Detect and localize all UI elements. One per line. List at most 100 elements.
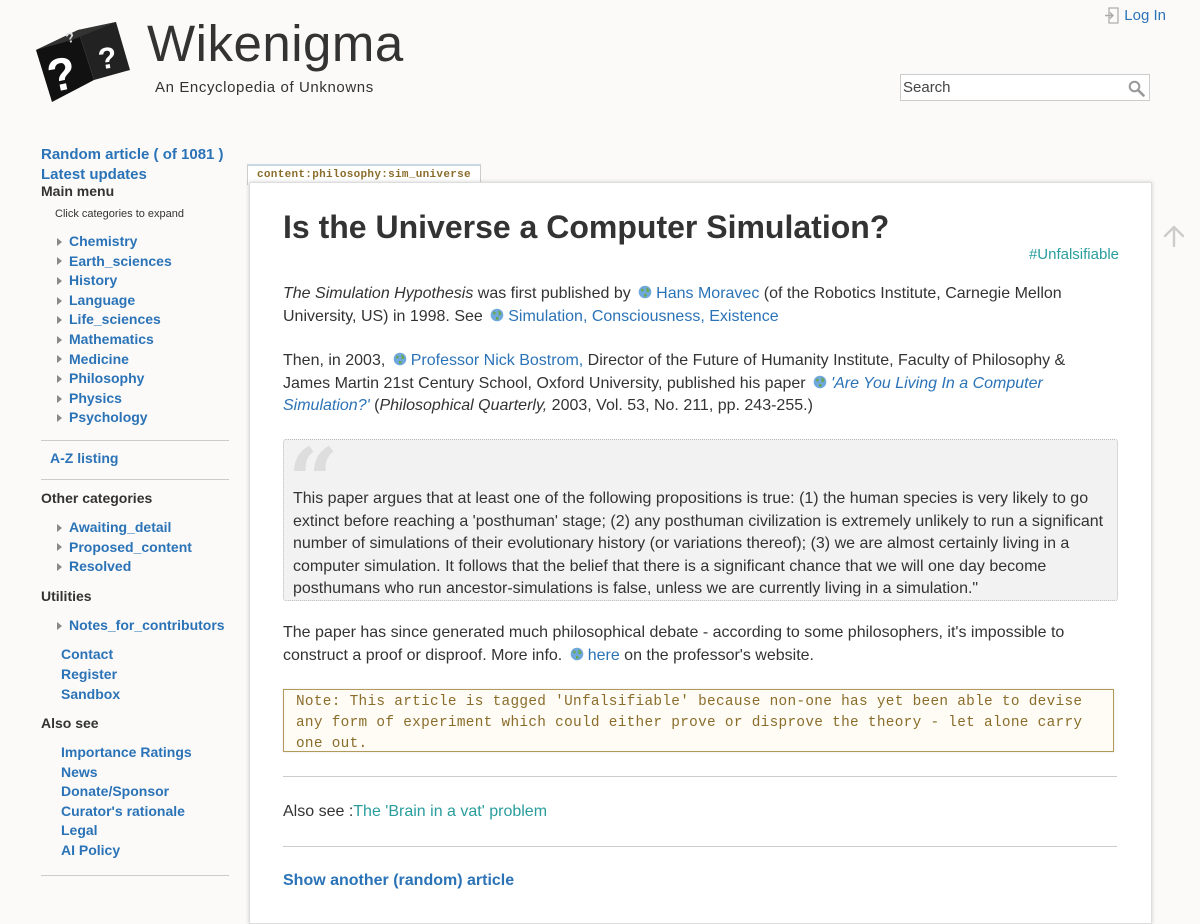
category-link[interactable]: Awaiting_detail	[69, 518, 171, 538]
category-link[interactable]: Language	[69, 291, 135, 311]
arrow-up-icon[interactable]	[1162, 224, 1186, 248]
italic-lead: The Simulation Hypothesis	[283, 285, 474, 302]
utilities-list: Contact Register Sandbox	[41, 645, 229, 704]
note-box: Note: This article is tagged 'Unfalsifia…	[283, 689, 1114, 752]
site-title[interactable]: Wikenigma	[147, 14, 404, 73]
category-item[interactable]: Notes_for_contributors	[57, 616, 229, 636]
category-item[interactable]: History	[57, 271, 229, 291]
text-run: was first published by	[473, 285, 636, 302]
external-link[interactable]: here	[588, 647, 620, 664]
also-see-item[interactable]: News	[61, 763, 229, 783]
globe-icon	[638, 285, 652, 299]
category-link[interactable]: Philosophy	[69, 369, 144, 389]
category-item[interactable]: Chemistry	[57, 232, 229, 252]
also-see-link[interactable]: Importance Ratings	[61, 744, 192, 760]
expand-triangle-icon	[57, 296, 62, 305]
utility-item[interactable]: Sandbox	[61, 685, 229, 705]
blockquote: “ This paper argues that at least one of…	[283, 436, 1118, 601]
also-see-item[interactable]: Donate/Sponsor	[61, 782, 229, 802]
category-list: Chemistry Earth_sciences History Languag…	[41, 232, 229, 428]
utilities-heading: Utilities	[41, 587, 92, 604]
category-link[interactable]: Earth_sciences	[69, 252, 172, 272]
expand-triangle-icon	[57, 237, 62, 246]
category-item[interactable]: Mathematics	[57, 330, 229, 350]
sidebar-divider	[41, 874, 229, 876]
other-categories-heading: Other categories	[41, 489, 153, 506]
also-see-article-link[interactable]: The 'Brain in a vat' problem	[353, 803, 547, 820]
utility-item[interactable]: Contact	[61, 645, 229, 665]
category-link[interactable]: Resolved	[69, 557, 131, 577]
category-item[interactable]: Medicine	[57, 350, 229, 370]
show-random-article-link[interactable]: Show another (random) article	[283, 872, 514, 890]
content-divider	[283, 846, 1117, 847]
expand-triangle-icon	[57, 523, 62, 532]
category-link[interactable]: History	[69, 271, 117, 291]
expand-triangle-icon	[57, 543, 62, 552]
text-run: on the professor's website.	[619, 646, 814, 664]
globe-icon	[813, 375, 827, 388]
also-see-link[interactable]: Curator's rationale	[61, 803, 185, 819]
globe-icon	[490, 308, 504, 321]
category-link[interactable]: Psychology	[69, 408, 148, 428]
article-title: Is the Universe a Computer Simulation?	[283, 209, 890, 245]
category-item[interactable]: Psychology	[57, 408, 229, 428]
category-item[interactable]: Resolved	[57, 557, 229, 577]
search-input[interactable]	[901, 75, 1123, 100]
category-link[interactable]: Proposed_content	[69, 538, 192, 558]
category-item[interactable]: Physics	[57, 389, 229, 409]
expand-triangle-icon	[57, 276, 62, 285]
category-item[interactable]: Philosophy	[57, 369, 229, 389]
also-see-link[interactable]: AI Policy	[61, 842, 120, 858]
login-link[interactable]: Log In	[1104, 7, 1166, 24]
also-see-link[interactable]: Legal	[61, 822, 98, 838]
external-link[interactable]: Professor Nick Bostrom,	[411, 352, 583, 369]
category-link[interactable]: Physics	[69, 389, 122, 409]
text-run: (	[369, 397, 380, 414]
category-link[interactable]: Notes_for_contributors	[69, 616, 225, 636]
also-see-item[interactable]: AI Policy	[61, 841, 229, 861]
category-item[interactable]: Earth_sciences	[57, 252, 229, 272]
text-run: Then, in 2003,	[283, 352, 390, 369]
expand-triangle-icon	[57, 257, 62, 266]
also-see-item[interactable]: Curator's rationale	[61, 802, 229, 822]
utility-link[interactable]: Sandbox	[61, 686, 120, 702]
also-see-list: Importance Ratings News Donate/Sponsor C…	[41, 743, 229, 861]
az-listing-link[interactable]: A-Z listing	[50, 449, 229, 467]
external-link[interactable]: Simulation, Consciousness, Existence	[508, 308, 778, 325]
random-article-link[interactable]: Random article ( of 1081 )	[41, 144, 229, 165]
category-link[interactable]: Life_sciences	[69, 310, 161, 330]
expand-triangle-icon	[57, 414, 62, 423]
login-label: Log In	[1124, 7, 1166, 24]
also-see-link[interactable]: News	[61, 764, 98, 780]
category-item[interactable]: Language	[57, 291, 229, 311]
category-link[interactable]: Mathematics	[69, 330, 154, 350]
quote-text: This paper argues that at least one of t…	[293, 490, 1104, 597]
expand-triangle-icon	[57, 374, 62, 383]
category-item[interactable]: Proposed_content	[57, 538, 229, 558]
external-link[interactable]: Hans Moravec	[656, 285, 759, 302]
also-see-item[interactable]: Legal	[61, 821, 229, 841]
journal-name: Philosophical Quarterly,	[379, 397, 548, 414]
also-see-item[interactable]: Importance Ratings	[61, 743, 229, 763]
globe-icon	[393, 352, 407, 366]
search-icon[interactable]	[1128, 80, 1145, 97]
utility-item[interactable]: Register	[61, 665, 229, 685]
globe-icon	[570, 647, 583, 660]
category-item[interactable]: Awaiting_detail	[57, 518, 229, 538]
sidebar-divider	[41, 439, 229, 441]
tag-link[interactable]: #Unfalsifiable	[1029, 246, 1119, 263]
category-link[interactable]: Chemistry	[69, 232, 137, 252]
also-see-label: Also see :	[283, 803, 354, 820]
site-tagline: An Encyclopedia of Unknowns	[155, 79, 374, 96]
expand-triangle-icon	[57, 621, 62, 630]
utility-link[interactable]: Register	[61, 666, 117, 682]
login-icon	[1105, 7, 1119, 24]
also-see-link[interactable]: Donate/Sponsor	[61, 783, 169, 799]
utility-link[interactable]: Contact	[61, 646, 113, 662]
category-item[interactable]: Life_sciences	[57, 310, 229, 330]
site-logo[interactable]: ? ? ?	[32, 16, 132, 108]
content-divider	[283, 776, 1117, 777]
also-see-heading: Also see	[41, 715, 99, 732]
category-link[interactable]: Medicine	[69, 350, 129, 370]
sidebar-divider	[41, 478, 229, 480]
